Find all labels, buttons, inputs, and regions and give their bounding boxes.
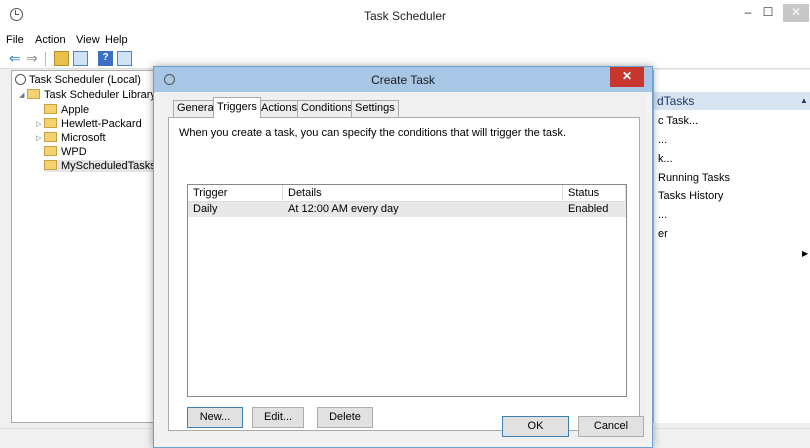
tab-triggers[interactable]: Triggers (213, 97, 261, 118)
cell-details: At 12:00 AM every day (288, 203, 399, 215)
tab-actions[interactable]: Actions (257, 100, 302, 117)
dialog-close-button[interactable]: ✕ (610, 67, 644, 87)
tree-root-label: Task Scheduler (Local) (29, 74, 141, 86)
dialog-body: General Triggers Actions Conditions Sett… (160, 92, 646, 442)
show-pane-icon[interactable] (73, 51, 88, 66)
column-header-trigger[interactable]: Trigger (188, 185, 283, 202)
collapsed-triangle-icon[interactable]: ▷ (36, 134, 44, 142)
tree-folder-label: Hewlett-Packard (61, 118, 142, 130)
action-item[interactable]: er (658, 228, 668, 240)
tree-item-microsoft[interactable]: ▷ Microsoft (36, 132, 106, 144)
delete-trigger-button[interactable]: Delete (317, 407, 373, 428)
actions-header-label: dTasks (657, 94, 695, 108)
toolbar-separator (45, 52, 46, 66)
minimize-button[interactable]: – (740, 4, 756, 22)
main-title-bar: Task Scheduler – ☐ ✕ (0, 0, 810, 31)
menu-view[interactable]: View (76, 34, 100, 46)
actions-header[interactable]: dTasks ▲ (654, 92, 810, 110)
expanded-triangle-icon[interactable]: ◢ (19, 91, 27, 99)
help-icon[interactable]: ? (98, 51, 113, 66)
tree-item-root[interactable]: Task Scheduler (Local) (15, 74, 141, 86)
instructions-text: When you create a task, you can specify … (179, 127, 567, 139)
tab-conditions[interactable]: Conditions (297, 100, 357, 117)
tree-item-apple[interactable]: Apple (44, 104, 89, 116)
triggers-panel: When you create a task, you can specify … (168, 117, 640, 431)
forward-arrow-icon[interactable]: ⇒ (26, 51, 41, 66)
folder-icon (44, 132, 57, 142)
folder-icon (44, 104, 57, 114)
column-header-status[interactable]: Status (563, 185, 626, 202)
folder-icon (44, 118, 57, 128)
up-folder-icon[interactable] (54, 51, 69, 66)
cell-trigger: Daily (193, 203, 218, 215)
cell-status: Enabled (568, 203, 609, 215)
close-button[interactable]: ✕ (783, 4, 809, 22)
cancel-button[interactable]: Cancel (578, 416, 644, 437)
folder-icon (27, 89, 40, 99)
navigation-tree: Task Scheduler (Local) ◢ Task Scheduler L… (11, 70, 159, 423)
menu-action[interactable]: Action (35, 34, 66, 46)
tree-item-myscheduledtasks[interactable]: MyScheduledTasks (44, 160, 159, 172)
tree-item-library[interactable]: ◢ Task Scheduler Library (19, 89, 156, 101)
maximize-button[interactable]: ☐ (760, 4, 776, 22)
submenu-arrow-icon[interactable]: ▶ (802, 249, 808, 258)
triggers-table: Trigger Details Status Daily At 12:00 AM… (187, 184, 627, 397)
tree-item-hewlett-packard[interactable]: ▷ Hewlett-Packard (36, 118, 142, 130)
table-row[interactable]: Daily At 12:00 AM every day Enabled (188, 202, 626, 217)
action-item[interactable]: ... (658, 209, 667, 221)
tree-folder-label: WPD (61, 146, 87, 158)
action-item[interactable]: Running Tasks (658, 172, 730, 184)
tree-folder-label: Microsoft (61, 132, 106, 144)
back-arrow-icon[interactable]: ⇐ (9, 51, 24, 66)
collapse-triangle-icon[interactable]: ▲ (800, 96, 808, 105)
action-item[interactable]: k... (658, 153, 673, 165)
actions-pane: dTasks ▲ c Task... ... k... Running Task… (653, 70, 810, 423)
tree-item-wpd[interactable]: WPD (44, 146, 87, 158)
action-pane-icon[interactable] (117, 51, 132, 66)
tab-settings[interactable]: Settings (351, 100, 399, 117)
new-trigger-button[interactable]: New... (187, 407, 243, 428)
window-title: Task Scheduler (363, 9, 447, 23)
action-item[interactable]: c Task... (658, 115, 698, 127)
dialog-title: Create Task (371, 73, 435, 87)
action-item[interactable]: Tasks History (658, 190, 723, 202)
tree-folder-label: Apple (61, 104, 90, 116)
folder-icon (44, 146, 57, 156)
folder-icon (44, 160, 57, 170)
menu-help[interactable]: Help (105, 34, 128, 46)
create-task-dialog: Create Task ✕ General Triggers Actions C… (153, 66, 653, 448)
menu-file[interactable]: File (6, 34, 24, 46)
clock-icon (15, 74, 26, 85)
ok-button[interactable]: OK (502, 416, 569, 437)
tree-folder-label: MyScheduledTasks (61, 160, 156, 172)
edit-trigger-button[interactable]: Edit... (252, 407, 304, 428)
dialog-title-bar[interactable]: Create Task ✕ (154, 67, 652, 92)
menu-bar: File Action View Help (0, 31, 810, 49)
column-header-details[interactable]: Details (283, 185, 563, 202)
tree-library-label: Task Scheduler Library (44, 89, 156, 101)
action-item[interactable]: ... (658, 134, 667, 146)
collapsed-triangle-icon[interactable]: ▷ (36, 120, 44, 128)
